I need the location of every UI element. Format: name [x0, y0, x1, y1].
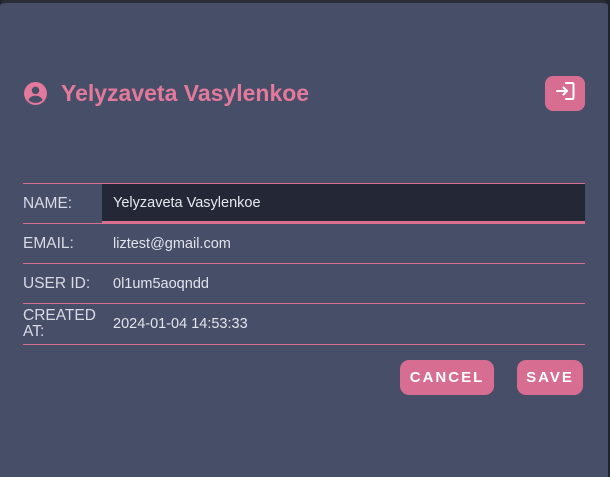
field-label-user-id: USER ID:: [23, 274, 91, 292]
field-label-name: NAME:: [23, 194, 73, 212]
dialog-header: Yelyzaveta Vasylenkoe: [23, 76, 585, 114]
user-id-value: 0l1um5aoqndd: [113, 275, 209, 292]
user-profile-dialog: Yelyzaveta Vasylenkoe NAME: EMAIL: lizte…: [0, 0, 608, 477]
field-label-email: EMAIL:: [23, 234, 74, 252]
profile-fields: NAME: EMAIL: liztest@gmail.com USER ID: …: [23, 183, 585, 345]
field-label-created-at: CREATED AT:: [23, 307, 96, 340]
field-row-user-id: USER ID: 0l1um5aoqndd: [23, 263, 585, 303]
created-at-value: 2024-01-04 14:53:33: [113, 316, 248, 332]
dialog-actions: CANCEL SAVE: [400, 360, 583, 395]
logout-button[interactable]: [545, 76, 585, 111]
logout-icon: [553, 79, 577, 108]
cancel-button[interactable]: CANCEL: [400, 360, 494, 395]
field-row-created-at: CREATED AT: 2024-01-04 14:53:33: [23, 303, 585, 345]
name-input[interactable]: [102, 184, 585, 221]
email-value: liztest@gmail.com: [113, 235, 231, 252]
account-circle-icon: [23, 81, 48, 106]
field-row-name: NAME:: [23, 183, 585, 223]
save-button[interactable]: SAVE: [517, 360, 583, 395]
field-row-email: EMAIL: liztest@gmail.com: [23, 223, 585, 263]
page-title: Yelyzaveta Vasylenkoe: [61, 80, 310, 106]
name-field-wrapper: [102, 184, 585, 223]
